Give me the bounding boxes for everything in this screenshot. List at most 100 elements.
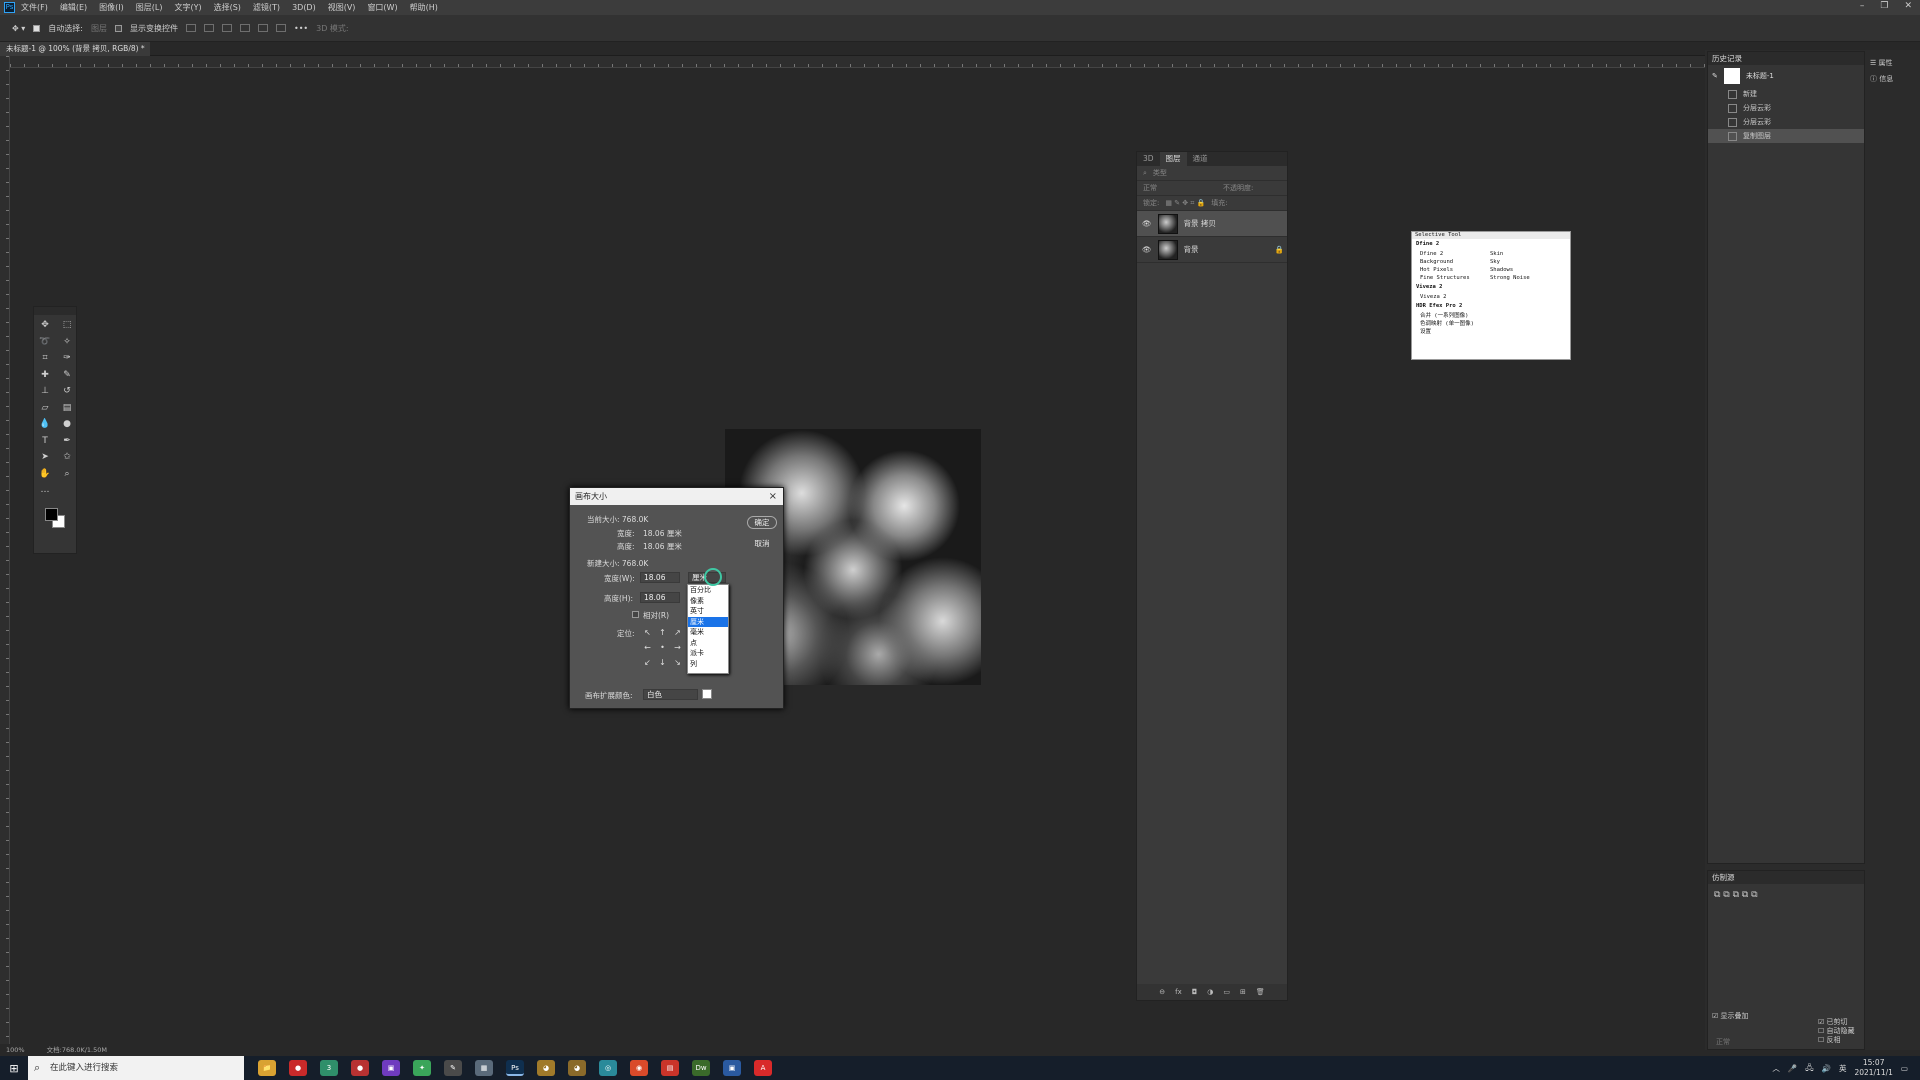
- visibility-eye-icon[interactable]: 👁: [1142, 219, 1152, 228]
- taskbar-app-icon[interactable]: A: [754, 1060, 772, 1076]
- menu-edit[interactable]: 编辑(E): [60, 2, 87, 13]
- document-tab[interactable]: 未标题-1 @ 100% (背景 拷贝, RGB/8) *: [0, 42, 150, 56]
- layer-search-icon[interactable]: ⌕: [1143, 169, 1147, 178]
- move-tool-icon[interactable]: ✥ ▾: [12, 24, 25, 33]
- tray-volume-icon[interactable]: 🔊: [1822, 1064, 1831, 1073]
- blend-mode-select[interactable]: 正常: [1143, 183, 1157, 193]
- menu-image[interactable]: 图像(I): [99, 2, 124, 13]
- align-middle-icon[interactable]: [257, 24, 268, 32]
- clock[interactable]: 15:07 2021/11/1: [1854, 1058, 1892, 1078]
- magic-wand-icon[interactable]: ✧: [56, 334, 78, 351]
- taskbar-app-icon[interactable]: 3: [320, 1060, 338, 1076]
- new-height-input[interactable]: 18.06: [640, 592, 680, 603]
- unit-option-percent[interactable]: 百分比: [688, 585, 728, 596]
- history-state[interactable]: 分层云彩: [1708, 101, 1864, 115]
- menu-file[interactable]: 文件(F): [21, 2, 48, 13]
- foreground-color-swatch[interactable]: [45, 508, 58, 521]
- path-select-icon[interactable]: ➤: [34, 449, 56, 466]
- shape-tool-icon[interactable]: ✩: [56, 449, 78, 466]
- anchor-sw-icon[interactable]: ↙: [640, 655, 655, 670]
- menu-window[interactable]: 窗口(W): [367, 2, 397, 13]
- color-swatches[interactable]: [43, 507, 67, 529]
- list-item[interactable]: Hot Pixels Shadows: [1412, 266, 1570, 274]
- tray-mic-icon[interactable]: 🎤: [1788, 1064, 1797, 1073]
- pen-tool-icon[interactable]: ✒: [56, 433, 78, 450]
- layer-name[interactable]: 背景: [1184, 244, 1199, 255]
- hdr-efex-section[interactable]: HDR Efex Pro 2: [1412, 301, 1570, 312]
- taskbar-app-icon[interactable]: ◉: [630, 1060, 648, 1076]
- type-tool-icon[interactable]: T: [34, 433, 56, 450]
- visibility-eye-icon[interactable]: 👁: [1142, 245, 1152, 254]
- taskbar-app-icon[interactable]: ●: [289, 1060, 307, 1076]
- anchor-nw-icon[interactable]: ↖: [640, 625, 655, 640]
- unit-option-centimeters[interactable]: 厘米: [688, 616, 728, 627]
- brush-source-icon[interactable]: ✎: [1712, 72, 1718, 80]
- align-left-icon[interactable]: [185, 24, 196, 32]
- taskbar-app-icon[interactable]: ▣: [382, 1060, 400, 1076]
- taskbar-search[interactable]: 在此键入进行搜索: [28, 1056, 244, 1080]
- zoom-tool-icon[interactable]: ⌕: [56, 466, 78, 483]
- taskbar-app-icon[interactable]: ✎: [444, 1060, 462, 1076]
- history-snapshot[interactable]: ✎ 未标题-1: [1708, 65, 1864, 87]
- relative-checkbox[interactable]: [632, 611, 639, 618]
- lasso-tool-icon[interactable]: ➰: [34, 334, 56, 351]
- taskbar-app-icon[interactable]: ◕: [537, 1060, 555, 1076]
- list-item[interactable]: Dfine 2 Skin: [1412, 250, 1570, 258]
- ok-button[interactable]: 确定: [747, 516, 777, 529]
- unit-option-pixels[interactable]: 像素: [688, 596, 728, 607]
- delete-layer-icon[interactable]: 🗑: [1256, 984, 1265, 1000]
- anchor-e-icon[interactable]: →: [670, 640, 685, 655]
- unit-option-picas[interactable]: 派卡: [688, 648, 728, 659]
- gradient-tool-icon[interactable]: ▤: [56, 400, 78, 417]
- info-tab[interactable]: ⓘ 信息: [1870, 71, 1920, 87]
- layer-row[interactable]: 👁 背景 🔒: [1137, 237, 1287, 263]
- eyedropper-icon[interactable]: ✑: [56, 350, 78, 367]
- minimize-icon[interactable]: –: [1860, 1, 1865, 11]
- align-right-icon[interactable]: [221, 24, 232, 32]
- taskbar-app-icon[interactable]: ●: [351, 1060, 369, 1076]
- properties-tab[interactable]: ☰ 属性: [1870, 55, 1920, 71]
- taskbar-app-icon[interactable]: ◎: [599, 1060, 617, 1076]
- adjustment-layer-icon[interactable]: ◑: [1207, 984, 1213, 1000]
- clone-stamp-icon[interactable]: ⊥: [34, 383, 56, 400]
- anchor-se-icon[interactable]: ↘: [670, 655, 685, 670]
- taskbar-app-icon[interactable]: ✦: [413, 1060, 431, 1076]
- taskbar-app-icon[interactable]: ▣: [723, 1060, 741, 1076]
- menu-layer[interactable]: 图层(L): [136, 2, 163, 13]
- more-tools-icon[interactable]: …: [34, 482, 56, 499]
- menu-3d[interactable]: 3D(D): [292, 3, 316, 12]
- eraser-icon[interactable]: ▱: [34, 400, 56, 417]
- align-top-icon[interactable]: [239, 24, 250, 32]
- move-tool-icon[interactable]: ✥: [34, 317, 56, 334]
- layer-row[interactable]: 👁 背景 拷贝: [1137, 211, 1287, 237]
- extension-color-swatch[interactable]: [702, 689, 712, 699]
- menu-help[interactable]: 帮助(H): [410, 2, 438, 13]
- anchor-grid[interactable]: ↖ ↑ ↗ ← • → ↙ ↓ ↘: [640, 625, 686, 671]
- taskbar-app-icon[interactable]: 📁: [258, 1060, 276, 1076]
- notification-icon[interactable]: ▭: [1901, 1064, 1908, 1073]
- dialog-close-icon[interactable]: ×: [769, 488, 777, 505]
- show-overlay-checkbox[interactable]: ☑ 显示叠加: [1712, 1011, 1749, 1021]
- layer-kind-filter[interactable]: 类型: [1153, 168, 1167, 178]
- anchor-n-icon[interactable]: ↑: [655, 625, 670, 640]
- marquee-tool-icon[interactable]: ⬚: [56, 317, 78, 334]
- menu-view[interactable]: 视图(V): [328, 2, 356, 13]
- align-bottom-icon[interactable]: [275, 24, 286, 32]
- history-state[interactable]: 分层云彩: [1708, 115, 1864, 129]
- menu-select[interactable]: 选择(S): [214, 2, 241, 13]
- layer-select-dropdown[interactable]: 图层: [91, 23, 107, 34]
- show-transform-checkbox[interactable]: [114, 24, 122, 32]
- brush-tool-icon[interactable]: ✎: [56, 367, 78, 384]
- list-item[interactable]: Viveza 2: [1412, 293, 1570, 301]
- invert-checkbox[interactable]: ☐ 反相: [1818, 1035, 1841, 1045]
- auto-select-checkbox[interactable]: [33, 24, 41, 32]
- taskbar-app-icon[interactable]: ▤: [661, 1060, 679, 1076]
- healing-brush-icon[interactable]: ✚: [34, 367, 56, 384]
- unit-option-points[interactable]: 点: [688, 638, 728, 649]
- extension-color-select[interactable]: 白色: [643, 689, 698, 700]
- ime-indicator[interactable]: 英: [1839, 1063, 1847, 1074]
- taskbar-app-icon[interactable]: ▦: [475, 1060, 493, 1076]
- restore-icon[interactable]: ❐: [1880, 1, 1888, 11]
- unit-option-inches[interactable]: 英寸: [688, 606, 728, 617]
- history-state[interactable]: 复制图层: [1708, 129, 1864, 143]
